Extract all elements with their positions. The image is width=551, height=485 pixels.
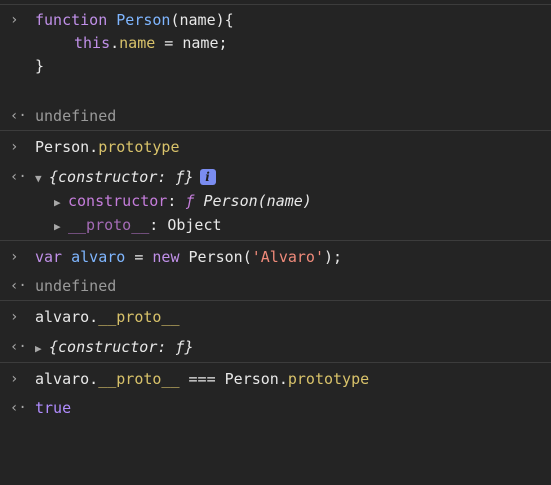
object-preview: {constructor: ƒ}	[49, 168, 194, 186]
console-input-entry[interactable]: › function Person(name){	[0, 9, 551, 31]
tree-row[interactable]: ▶ constructor: ƒ Person(name)	[54, 190, 312, 214]
keyword: var	[35, 248, 63, 266]
object-summary[interactable]: ▶ {constructor: ƒ}	[35, 336, 194, 360]
entry-separator	[0, 240, 551, 241]
keyword: function	[35, 11, 108, 29]
console-output-entry: ‹· true	[0, 397, 551, 419]
function-name: Person	[116, 11, 171, 29]
property: __proto__	[98, 370, 180, 388]
output-prompt-icon: ‹·	[10, 339, 27, 355]
collapsed-triangle-icon[interactable]: ▶	[35, 338, 49, 360]
input-prompt-icon: ›	[10, 371, 19, 387]
input-prompt-icon: ›	[10, 139, 19, 155]
entry-separator	[0, 130, 551, 131]
entry-separator	[0, 4, 551, 5]
separator: :	[149, 216, 168, 234]
operator: =	[125, 248, 153, 266]
output-prompt-icon: ‹·	[10, 169, 27, 185]
property: prototype	[98, 138, 180, 156]
code-line: Person.prototype	[35, 136, 180, 158]
property-key: __proto__	[68, 216, 150, 234]
expanded-triangle-icon[interactable]: ▼	[35, 168, 49, 190]
console-input-continuation: this.name = name;	[0, 32, 551, 54]
object-summary[interactable]: ▼ {constructor: ƒ} i	[35, 166, 216, 190]
keyword: this	[74, 34, 111, 52]
console-input-continuation: }	[0, 55, 551, 77]
keyword: new	[152, 248, 180, 266]
entry-separator	[0, 362, 551, 363]
input-prompt-icon: ›	[10, 12, 19, 28]
console-panel: › function Person(name){ this.name = nam…	[0, 0, 551, 420]
console-input-entry[interactable]: › Person.prototype	[0, 136, 551, 158]
code-line: function Person(name){	[35, 9, 234, 31]
object-name: alvaro.	[35, 370, 99, 388]
console-input-entry[interactable]: › alvaro.__proto__	[0, 306, 551, 328]
console-output-entry: ‹· undefined	[0, 105, 551, 127]
result-value: undefined	[35, 277, 117, 295]
comparison: === Person.	[179, 370, 288, 388]
output-prompt-icon: ‹·	[10, 278, 27, 294]
output-prompt-icon: ‹·	[10, 108, 27, 124]
code-line: this.name = name;	[74, 32, 228, 54]
constructor-call: Person(	[179, 248, 252, 266]
console-output-entry[interactable]: ‹· ▶ {constructor: ƒ}	[0, 336, 551, 358]
tree-item[interactable]: ▶ __proto__: Object	[0, 214, 551, 236]
tree-item[interactable]: ▶ constructor: ƒ Person(name)	[0, 190, 551, 212]
input-prompt-icon: ›	[10, 309, 19, 325]
property-value: Person(name)	[194, 192, 312, 210]
entry-separator	[0, 300, 551, 301]
object-name: Person.	[35, 138, 99, 156]
tree-row[interactable]: ▶ __proto__: Object	[54, 214, 222, 238]
collapsed-triangle-icon[interactable]: ▶	[54, 192, 68, 214]
code-line: alvaro.__proto__ === Person.prototype	[35, 368, 369, 390]
variable-name: alvaro	[71, 248, 126, 266]
string-literal: 'Alvaro'	[251, 248, 324, 266]
result-value: undefined	[35, 107, 117, 125]
console-output-entry: ‹· undefined	[0, 275, 551, 297]
property-value: Object	[167, 216, 222, 234]
console-input-entry[interactable]: › alvaro.__proto__ === Person.prototype	[0, 368, 551, 390]
code-line: alvaro.__proto__	[35, 306, 180, 328]
object-preview: {constructor: ƒ}	[49, 338, 194, 356]
separator: :	[167, 192, 186, 210]
code-line: var alvaro = new Person('Alvaro');	[35, 246, 342, 268]
result-value: true	[35, 399, 72, 417]
object-name: alvaro.	[35, 308, 99, 326]
params: (name){	[170, 11, 234, 29]
code-line: }	[35, 57, 45, 75]
output-prompt-icon: ‹·	[10, 400, 27, 416]
property: name	[119, 34, 156, 52]
info-icon[interactable]: i	[199, 169, 216, 185]
call-end: );	[324, 248, 343, 266]
dot: .	[110, 34, 120, 52]
input-prompt-icon: ›	[10, 249, 19, 265]
property: prototype	[287, 370, 370, 388]
property-key: constructor	[68, 192, 168, 210]
console-output-entry[interactable]: ‹· ▼ {constructor: ƒ} i	[0, 166, 551, 188]
collapsed-triangle-icon[interactable]: ▶	[54, 216, 68, 238]
console-input-entry[interactable]: › var alvaro = new Person('Alvaro');	[0, 246, 551, 268]
rest: = name;	[155, 34, 228, 52]
property: __proto__	[98, 308, 180, 326]
